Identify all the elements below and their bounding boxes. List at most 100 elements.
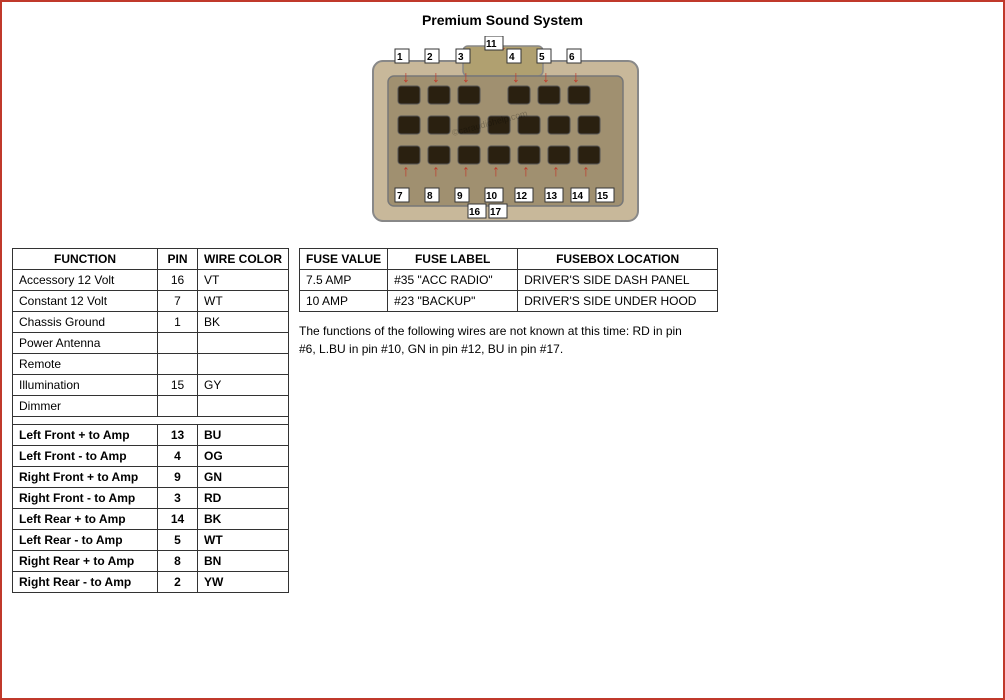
svg-text:16: 16 xyxy=(469,207,481,218)
fuse-table-row: 10 AMP #23 "BACKUP" DRIVER'S SIDE UNDER … xyxy=(300,291,718,312)
table-row: Left Rear - to Amp 5 WT xyxy=(13,530,289,551)
svg-text:10: 10 xyxy=(486,191,498,202)
cell-pin: 5 xyxy=(158,530,198,551)
table-row: Right Rear - to Amp 2 YW xyxy=(13,572,289,593)
cell-wire-color: BU xyxy=(198,425,289,446)
svg-text:13: 13 xyxy=(546,191,558,202)
svg-text:↓: ↓ xyxy=(402,69,410,86)
cell-fuse-value: 10 AMP xyxy=(300,291,388,312)
cell-wire-color xyxy=(198,354,289,375)
cell-wire-color xyxy=(198,333,289,354)
cell-pin: 13 xyxy=(158,425,198,446)
cell-fusebox-location: DRIVER'S SIDE DASH PANEL xyxy=(518,270,718,291)
cell-function: Left Rear - to Amp xyxy=(13,530,158,551)
cell-function: Right Rear - to Amp xyxy=(13,572,158,593)
svg-text:17: 17 xyxy=(490,207,502,218)
cell-pin: 16 xyxy=(158,270,198,291)
svg-text:↓: ↓ xyxy=(512,69,520,86)
cell-wire-color: YW xyxy=(198,572,289,593)
table-row: Constant 12 Volt 7 WT xyxy=(13,291,289,312)
cell-pin: 15 xyxy=(158,375,198,396)
table-row: Right Rear + to Amp 8 BN xyxy=(13,551,289,572)
cell-function: Accessory 12 Volt xyxy=(13,270,158,291)
tables-container: FUNCTION PIN WIRE COLOR Accessory 12 Vol… xyxy=(12,248,993,593)
cell-function: Left Front - to Amp xyxy=(13,446,158,467)
cell-fuse-label: #23 "BACKUP" xyxy=(388,291,518,312)
cell-wire-color: WT xyxy=(198,291,289,312)
cell-wire-color: OG xyxy=(198,446,289,467)
svg-text:↑: ↑ xyxy=(582,163,590,180)
svg-text:1: 1 xyxy=(397,52,403,63)
fuse-table: FUSE VALUE FUSE LABEL FUSEBOX LOCATION 7… xyxy=(299,248,718,312)
cell-pin: 2 xyxy=(158,572,198,593)
cell-pin: 8 xyxy=(158,551,198,572)
col-function: FUNCTION xyxy=(13,249,158,270)
table-row: Left Rear + to Amp 14 BK xyxy=(13,509,289,530)
cell-pin xyxy=(158,333,198,354)
cell-wire-color: GY xyxy=(198,375,289,396)
svg-text:9: 9 xyxy=(457,191,463,202)
svg-text:3: 3 xyxy=(458,52,464,63)
cell-wire-color: BN xyxy=(198,551,289,572)
table-row: Right Front - to Amp 3 RD xyxy=(13,488,289,509)
cell-fusebox-location: DRIVER'S SIDE UNDER HOOD xyxy=(518,291,718,312)
cell-function: Power Antenna xyxy=(13,333,158,354)
svg-text:15: 15 xyxy=(597,191,609,202)
cell-function: Right Front + to Amp xyxy=(13,467,158,488)
cell-function: Left Rear + to Amp xyxy=(13,509,158,530)
cell-wire-color xyxy=(198,396,289,417)
cell-pin xyxy=(158,396,198,417)
table-row: Left Front + to Amp 13 BU xyxy=(13,425,289,446)
svg-text:↑: ↑ xyxy=(522,163,530,180)
svg-text:12: 12 xyxy=(516,191,528,202)
col-fusebox-location: FUSEBOX LOCATION xyxy=(518,249,718,270)
cell-wire-color: WT xyxy=(198,530,289,551)
svg-text:11: 11 xyxy=(486,39,497,50)
cell-pin: 7 xyxy=(158,291,198,312)
table-row: Power Antenna xyxy=(13,333,289,354)
fuse-table-row: 7.5 AMP #35 "ACC RADIO" DRIVER'S SIDE DA… xyxy=(300,270,718,291)
cell-function: Dimmer xyxy=(13,396,158,417)
table-row: Right Front + to Amp 9 GN xyxy=(13,467,289,488)
svg-text:14: 14 xyxy=(572,191,584,202)
col-pin: PIN xyxy=(158,249,198,270)
col-fuse-value: FUSE VALUE xyxy=(300,249,388,270)
main-table: FUNCTION PIN WIRE COLOR Accessory 12 Vol… xyxy=(12,248,289,593)
cell-wire-color: GN xyxy=(198,467,289,488)
cell-pin xyxy=(158,354,198,375)
svg-text:↓: ↓ xyxy=(462,69,470,86)
svg-text:7: 7 xyxy=(397,191,403,202)
svg-text:↓: ↓ xyxy=(432,69,440,86)
connector-diagram: ↓ ↓ ↓ ↓ ↓ ↓ ↓ ↑ ↑ ↑ ↑ ↑ ↑ ↑ 1 2 3 11 4 5… xyxy=(313,36,693,236)
cell-function: Right Rear + to Amp xyxy=(13,551,158,572)
cell-function: Remote xyxy=(13,354,158,375)
svg-text:5: 5 xyxy=(539,52,545,63)
cell-function: Right Front - to Amp xyxy=(13,488,158,509)
page-title: Premium Sound System xyxy=(12,12,993,28)
cell-wire-color: BK xyxy=(198,312,289,333)
cell-function: Constant 12 Volt xyxy=(13,291,158,312)
svg-text:2: 2 xyxy=(427,52,433,63)
table-row: Dimmer xyxy=(13,396,289,417)
table-row: Illumination 15 GY xyxy=(13,375,289,396)
svg-text:↑: ↑ xyxy=(492,163,500,180)
table-row: Left Front - to Amp 4 OG xyxy=(13,446,289,467)
cell-fuse-value: 7.5 AMP xyxy=(300,270,388,291)
svg-text:8: 8 xyxy=(427,191,433,202)
svg-text:6: 6 xyxy=(569,52,575,63)
cell-pin: 1 xyxy=(158,312,198,333)
main-table-wrap: FUNCTION PIN WIRE COLOR Accessory 12 Vol… xyxy=(12,248,289,593)
cell-function: Left Front + to Amp xyxy=(13,425,158,446)
svg-text:↑: ↑ xyxy=(432,163,440,180)
col-wire-color: WIRE COLOR xyxy=(198,249,289,270)
svg-text:↑: ↑ xyxy=(552,163,560,180)
notes-text: The functions of the following wires are… xyxy=(299,322,699,358)
svg-text:↓: ↓ xyxy=(572,69,580,86)
svg-text:↑: ↑ xyxy=(402,163,410,180)
cell-wire-color: VT xyxy=(198,270,289,291)
cell-pin: 4 xyxy=(158,446,198,467)
svg-text:↓: ↓ xyxy=(542,69,550,86)
svg-text:↑: ↑ xyxy=(462,163,470,180)
cell-function: Illumination xyxy=(13,375,158,396)
cell-pin: 14 xyxy=(158,509,198,530)
